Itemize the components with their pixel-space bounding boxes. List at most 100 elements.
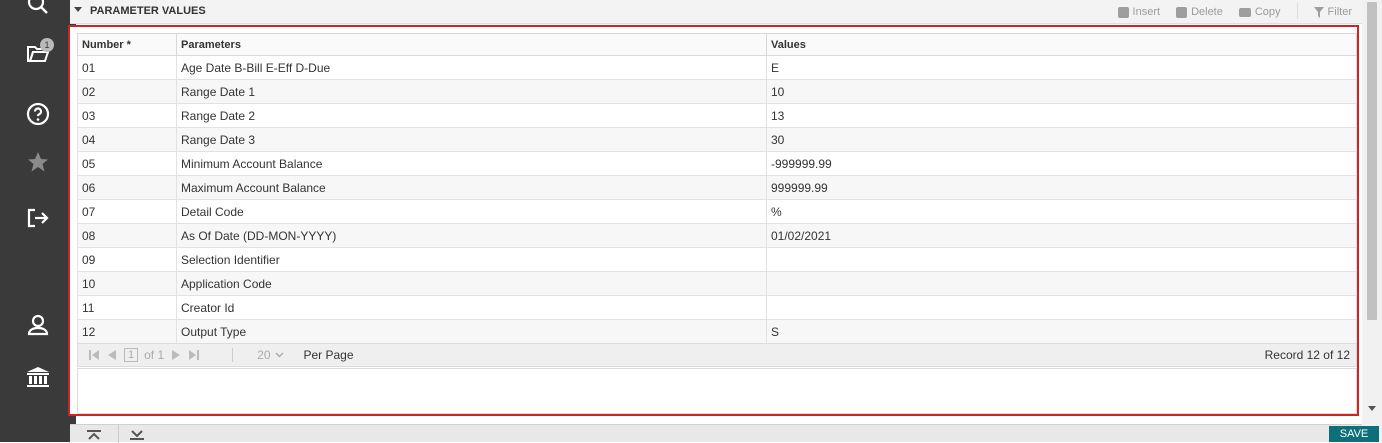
cell-parameter[interactable]: Detail Code	[176, 199, 767, 224]
cell-value[interactable]: 999999.99	[766, 175, 1357, 200]
detail-area	[77, 368, 1357, 414]
record-count: Record 12 of 12	[1264, 348, 1350, 362]
cell-number[interactable]: 03	[77, 103, 177, 128]
table-row[interactable]: 07 Detail Code%	[77, 199, 1357, 224]
record-actions: Insert Delete Copy Filter	[1117, 3, 1352, 19]
cell-value[interactable]: S	[766, 319, 1357, 344]
institution-icon[interactable]	[0, 361, 76, 393]
cell-value[interactable]: 13	[766, 103, 1357, 128]
cell-value[interactable]	[766, 295, 1357, 320]
table-row[interactable]: 06 Maximum Account Balance 999999.99	[77, 175, 1357, 200]
cell-value[interactable]	[766, 271, 1357, 296]
insert-button[interactable]: Insert	[1117, 5, 1161, 19]
last-page-icon[interactable]	[188, 349, 200, 361]
cell-parameter[interactable]: Application Code	[176, 271, 767, 296]
delete-button[interactable]: Delete	[1176, 5, 1223, 19]
table-row[interactable]: 03 Range Date 2 13	[77, 103, 1357, 128]
filter-label: Filter	[1327, 6, 1352, 18]
table-row[interactable]: 04 Range Date 3 30	[77, 127, 1357, 152]
cell-value[interactable]: 30	[766, 127, 1357, 152]
cell-number[interactable]: 08	[77, 223, 177, 248]
notification-badge: 1	[40, 38, 54, 52]
per-page-select[interactable]: 20	[232, 348, 283, 362]
table-row[interactable]: 12 Output Type S	[77, 319, 1357, 344]
folder-icon[interactable]	[0, 38, 76, 70]
section-title: PARAMETER VALUES	[90, 5, 206, 17]
cell-number[interactable]: 01	[77, 55, 177, 80]
copy-label: Copy	[1254, 6, 1281, 18]
cell-number[interactable]: 06	[77, 175, 177, 200]
cell-value[interactable]: -999999.99	[766, 151, 1357, 176]
delete-label: Delete	[1191, 6, 1223, 18]
sidebar: 1	[0, 0, 76, 442]
page-scrollbar[interactable]	[1362, 0, 1382, 442]
collapse-caret-icon[interactable]	[74, 6, 82, 12]
table-header-row: Number * Parameters Values	[77, 33, 1357, 56]
cell-parameter[interactable]: Range Date 2	[176, 103, 767, 128]
cell-number[interactable]: 07	[77, 199, 177, 224]
copy-button[interactable]: Copy	[1238, 5, 1281, 19]
save-button[interactable]: SAVE	[1329, 426, 1379, 442]
table-row[interactable]: 08 As Of Date (DD-MON-YYYY) 01/02/2021	[77, 223, 1357, 248]
table-row[interactable]: 01 Age Date B-Bill E-Eff D-Due E	[77, 55, 1357, 80]
cell-parameter[interactable]: Range Date 3	[176, 127, 767, 152]
cell-number[interactable]: 10	[77, 271, 177, 296]
table-row[interactable]: 02 Range Date 1 10	[77, 79, 1357, 104]
table-row[interactable]: 10 Application Code	[77, 271, 1357, 296]
cell-number[interactable]: 12	[77, 319, 177, 344]
scroll-down-icon[interactable]	[1368, 406, 1376, 411]
chevron-down-icon	[275, 352, 283, 358]
chevron-up-icon	[87, 430, 101, 440]
cell-parameter[interactable]: Maximum Account Balance	[176, 175, 767, 200]
cell-number[interactable]: 11	[77, 295, 177, 320]
minus-icon	[1176, 6, 1188, 18]
next-page-icon[interactable]	[170, 349, 182, 361]
cell-value[interactable]: %	[766, 199, 1357, 224]
column-header-number[interactable]: Number *	[77, 33, 177, 56]
cell-value[interactable]: 01/02/2021	[766, 223, 1357, 248]
cell-parameter[interactable]: Selection Identifier	[176, 247, 767, 272]
search-icon[interactable]	[0, 0, 76, 20]
cell-parameter[interactable]: Creator Id	[176, 295, 767, 320]
filter-button[interactable]: Filter	[1313, 5, 1352, 19]
cell-number[interactable]: 05	[77, 151, 177, 176]
pagination-bar: 1 of 1 20 Per Page Record 12 of 12	[77, 343, 1357, 367]
filter-icon	[1313, 6, 1324, 18]
parameter-values-panel: Number * Parameters Values 01 Age Date B-…	[68, 25, 1359, 416]
previous-page-icon[interactable]	[106, 349, 118, 361]
scroll-bottom-button[interactable]	[118, 425, 154, 443]
table-row[interactable]: 11 Creator Id	[77, 295, 1357, 320]
plus-icon	[1117, 6, 1129, 18]
scroll-top-button[interactable]	[76, 425, 112, 443]
cell-parameter[interactable]: Age Date B-Bill E-Eff D-Due	[176, 55, 767, 80]
divider	[1296, 3, 1298, 19]
help-icon[interactable]	[0, 98, 76, 130]
section-toggle[interactable]: PARAMETER VALUES	[74, 5, 206, 17]
copy-icon	[1238, 7, 1251, 17]
cell-parameter[interactable]: As Of Date (DD-MON-YYYY)	[176, 223, 767, 248]
bottom-bar	[70, 424, 1362, 443]
cell-parameter[interactable]: Range Date 1	[176, 79, 767, 104]
cell-number[interactable]: 04	[77, 127, 177, 152]
parameter-table: Number * Parameters Values 01 Age Date B-…	[77, 33, 1357, 344]
user-icon[interactable]	[0, 309, 76, 341]
table-row[interactable]: 09 Selection Identifier	[77, 247, 1357, 272]
chevron-down-icon	[129, 430, 144, 440]
page-number-input[interactable]: 1	[124, 348, 139, 362]
scrollbar-thumb[interactable]	[1367, 2, 1377, 320]
first-page-icon[interactable]	[88, 349, 100, 361]
cell-parameter[interactable]: Minimum Account Balance	[176, 151, 767, 176]
cell-value[interactable]: E	[766, 55, 1357, 80]
sign-out-icon[interactable]	[0, 202, 76, 234]
star-icon[interactable]	[0, 146, 76, 178]
table-row[interactable]: 05 Minimum Account Balance -999999.99	[77, 151, 1357, 176]
column-header-parameters[interactable]: Parameters	[176, 33, 767, 56]
column-header-values[interactable]: Values	[766, 33, 1357, 56]
cell-value[interactable]: 10	[766, 79, 1357, 104]
cell-value[interactable]	[766, 247, 1357, 272]
cell-number[interactable]: 02	[77, 79, 177, 104]
insert-label: Insert	[1132, 6, 1161, 18]
per-page-value: 20	[257, 348, 271, 362]
cell-parameter[interactable]: Output Type	[176, 319, 767, 344]
cell-number[interactable]: 09	[77, 247, 177, 272]
